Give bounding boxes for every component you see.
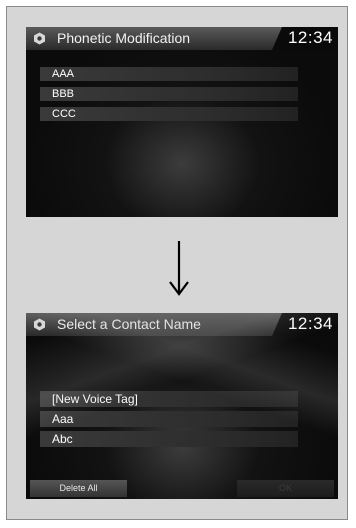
title-bar: Select a Contact Name 12:34 [26,313,338,336]
gear-icon [34,32,45,45]
list-item-label: [New Voice Tag] [52,392,138,406]
gear-icon [34,318,45,331]
delete-all-button[interactable]: Delete All [30,480,127,497]
list-item[interactable]: Abc [40,431,298,447]
list-item-label: Abc [52,432,73,446]
down-arrow-icon [169,241,189,296]
screen-title: Phonetic Modification [57,30,191,46]
list-item[interactable]: BBB [40,87,298,101]
list-item[interactable]: Aaa [40,411,298,427]
title-bar: Phonetic Modification 12:34 [26,27,338,50]
ok-button[interactable]: OK [237,480,334,497]
clock: 12:34 [287,314,333,333]
list-item-label: AAA [52,68,75,80]
list-item-new-voice-tag[interactable]: [New Voice Tag] [40,391,298,407]
phonetic-modification-screen: Phonetic Modification 12:34 AAA BBB CCC [26,27,338,217]
list-item-label: CCC [52,108,76,120]
screen-title: Select a Contact Name [57,316,201,332]
list-item[interactable]: AAA [40,67,298,81]
select-contact-name-screen: Select a Contact Name 12:34 [New Voice T… [26,313,338,499]
list-item[interactable]: CCC [40,107,298,121]
list-item-label: BBB [52,88,75,100]
list-item-label: Aaa [52,412,74,426]
clock: 12:34 [287,28,333,47]
